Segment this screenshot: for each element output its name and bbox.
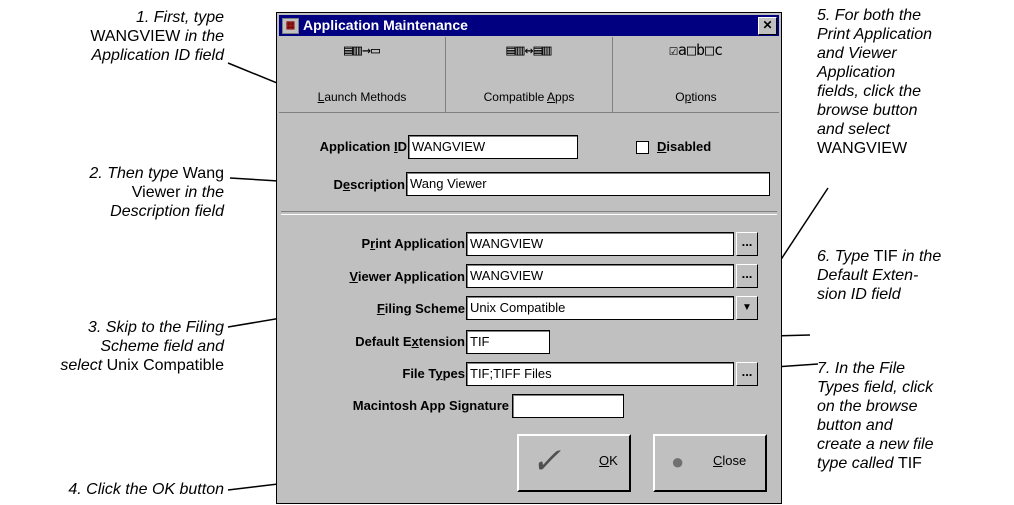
tab-launch-methods[interactable]: ▤▥→▭ Launch Methods — [279, 37, 446, 113]
viewer-application-label: Viewer Application — [349, 269, 465, 284]
close-button[interactable]: ● Close — [653, 434, 767, 492]
callout-7-value: TIF — [897, 455, 922, 472]
callout-6-line3: sion ID field — [817, 286, 901, 303]
callout-6: 6. Type TIF in the Default Exten- sion I… — [817, 247, 941, 304]
description-field[interactable]: Wang Viewer — [406, 172, 770, 196]
application-id-label: Application ID — [319, 139, 407, 154]
application-maintenance-dialog: ▦ Application Maintenance ✕ ▤▥→▭ Launch … — [276, 12, 782, 504]
file-types-label: File Types — [402, 366, 465, 381]
default-extension-label: Default Extension — [355, 334, 465, 349]
callout-7-line1: 7. In the File — [817, 360, 906, 377]
callout-5: 5. For both the Print Application and Vi… — [817, 6, 932, 158]
callout-7-text: type called — [817, 455, 898, 472]
callout-5-line3: and Viewer — [817, 45, 897, 62]
callout-3-text: select — [60, 357, 107, 374]
chevron-down-icon[interactable]: ▼ — [736, 296, 758, 320]
mac-app-signature-field[interactable] — [512, 394, 624, 418]
dialog-title: Application Maintenance — [303, 17, 468, 33]
viewer-application-browse-button[interactable]: ... — [736, 264, 758, 288]
default-extension-field[interactable]: TIF — [466, 330, 550, 354]
callout-4: 4. Click the OK button — [68, 480, 224, 499]
callout-5-line4: Application — [817, 64, 896, 81]
toolbar-tabs: ▤▥→▭ Launch Methods ▤▥↔▤▥ Compatible App… — [279, 37, 779, 113]
close-button-label: Close — [713, 453, 747, 468]
ok-button[interactable]: ✓ OK — [517, 434, 631, 492]
callout-3-value: Unix Compatible — [106, 357, 224, 374]
tab-compatible-apps-label: Compatible Apps — [483, 90, 575, 104]
tab-options[interactable]: ☑a□b□c Options — [613, 37, 779, 113]
callout-5-line1: 5. For both the — [817, 7, 922, 24]
callout-5-line5: fields, click the — [817, 83, 922, 100]
ok-button-label: OK — [599, 453, 618, 468]
callout-5-line2: Print Application — [817, 26, 933, 43]
callout-2-text2: in the — [180, 184, 224, 201]
filing-scheme-select[interactable]: Unix Compatible — [466, 296, 734, 320]
callout-7: 7. In the File Types field, click on the… — [817, 359, 934, 473]
description-label: Description — [333, 177, 405, 192]
disabled-checkbox[interactable] — [636, 141, 649, 154]
callout-1-line1: 1. First, type — [135, 9, 224, 26]
print-application-field[interactable]: WANGVIEW — [466, 232, 734, 256]
section-divider — [281, 211, 777, 215]
callout-6-value: TIF — [873, 248, 898, 265]
file-types-browse-button[interactable]: ... — [736, 362, 758, 386]
close-button-icon: ● — [671, 449, 685, 474]
callout-1-line3: Application ID field — [91, 47, 224, 64]
callout-1: 1. First, type WANGVIEW in the Applicati… — [90, 8, 224, 65]
callout-7-line4: button and — [817, 417, 893, 434]
close-window-button[interactable]: ✕ — [758, 17, 777, 35]
checkmark-icon: ✓ — [531, 440, 562, 481]
callout-6-text: 6. Type — [817, 248, 874, 265]
callout-5-line7: and select — [817, 121, 890, 138]
callout-7-line2: Types field, click — [817, 379, 934, 396]
callout-3: 3. Skip to the Filing Scheme field and s… — [60, 318, 224, 375]
callout-2: 2. Then type Wang Viewer in the Descript… — [89, 164, 224, 221]
viewer-application-field[interactable]: WANGVIEW — [466, 264, 734, 288]
callout-6-text2: in the — [897, 248, 942, 265]
print-application-browse-button[interactable]: ... — [736, 232, 758, 256]
callout-3-line2: Scheme field and — [100, 338, 224, 355]
callout-7-line3: on the browse — [817, 398, 918, 415]
callout-2-value2: Viewer — [131, 184, 181, 201]
file-types-field[interactable]: TIF;TIFF Files — [466, 362, 734, 386]
launch-methods-icon: ▤▥→▭ — [343, 41, 381, 59]
mac-app-signature-label: Macintosh App Signature — [352, 398, 509, 413]
callout-6-line2: Default Exten- — [817, 267, 919, 284]
application-id-field[interactable]: WANGVIEW — [408, 135, 578, 159]
tab-options-label: Options — [675, 90, 717, 104]
callout-2-value: Wang — [182, 165, 224, 182]
disabled-label[interactable]: Disabled — [657, 139, 711, 154]
callout-2-line3: Description field — [110, 203, 224, 220]
filing-scheme-label: Filing Scheme — [376, 301, 465, 316]
callout-1-text: in the — [180, 28, 224, 45]
compatible-apps-icon: ▤▥↔▤▥ — [506, 41, 552, 59]
tab-launch-methods-label: Launch Methods — [317, 90, 407, 104]
callout-7-line5: create a new file — [817, 436, 934, 453]
callout-2-text: 2. Then type — [89, 165, 183, 182]
app-icon: ▦ — [282, 18, 299, 34]
options-icon: ☑a□b□c — [668, 41, 724, 59]
title-bar[interactable]: ▦ Application Maintenance ✕ — [279, 15, 779, 36]
callout-1-value: WANGVIEW — [90, 28, 181, 45]
callout-5-value: WANGVIEW — [817, 140, 908, 157]
callout-5-line6: browse button — [817, 102, 918, 119]
print-application-label: Print Application — [361, 236, 465, 251]
tab-compatible-apps[interactable]: ▤▥↔▤▥ Compatible Apps — [446, 37, 613, 113]
callout-4-line1: 4. Click the OK button — [68, 481, 224, 498]
callout-3-line1: 3. Skip to the Filing — [87, 319, 224, 336]
